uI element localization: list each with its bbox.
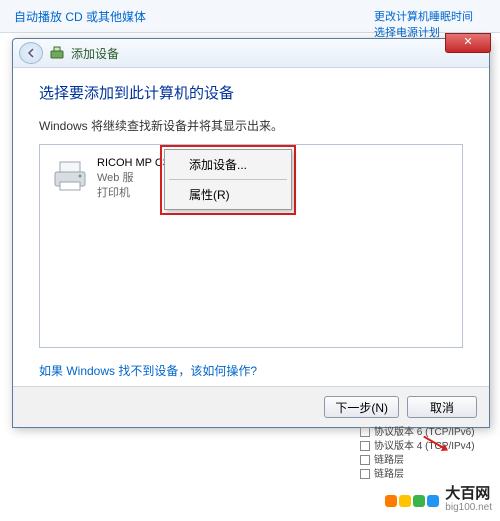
cancel-button[interactable]: 取消 <box>407 396 477 418</box>
net-item[interactable]: 协议版本 4 (TCP/IPv4) <box>360 440 475 454</box>
sleep-link[interactable]: 更改计算机睡眠时间 <box>374 11 473 23</box>
watermark-name: 大百网 <box>445 487 492 501</box>
net-item[interactable]: 协议版本 6 (TCP/IPv6) <box>360 426 475 440</box>
context-menu: 添加设备... 属性(R) <box>164 149 292 210</box>
watermark-url: big100.net <box>445 501 492 515</box>
net-item[interactable]: 链路层 <box>360 468 475 482</box>
watermark-logo <box>385 495 439 507</box>
dialog-subtext: Windows 将继续查找新设备并将其显示出来。 <box>39 117 463 134</box>
ctx-properties[interactable]: 属性(R) <box>167 182 289 207</box>
net-item[interactable]: 链路层 <box>360 454 475 468</box>
ctx-add-device[interactable]: 添加设备... <box>167 152 289 177</box>
watermark: 大百网 big100.net <box>385 487 492 515</box>
help-link[interactable]: 如果 Windows 找不到设备，该如何操作? <box>39 362 257 379</box>
dialog-title: 添加设备 <box>71 45 119 62</box>
printer-icon <box>49 154 91 196</box>
device-list[interactable]: RICOH MP C3503 Web 服 打印机 添加设备... 属性(R) <box>39 144 463 348</box>
close-button[interactable]: ✕ <box>445 33 491 53</box>
dialog-content: 选择要添加到此计算机的设备 Windows 将继续查找新设备并将其显示出来。 R… <box>13 68 489 389</box>
next-button[interactable]: 下一步(N) <box>324 396 399 418</box>
ctx-separator <box>169 179 287 180</box>
back-button[interactable] <box>19 42 43 64</box>
add-device-dialog: 添加设备 ✕ 选择要添加到此计算机的设备 Windows 将继续查找新设备并将其… <box>12 38 490 428</box>
dialog-button-bar: 下一步(N) 取消 <box>13 386 489 427</box>
network-items-panel: 协议版本 6 (TCP/IPv6) 协议版本 4 (TCP/IPv4) 链路层 … <box>360 426 475 482</box>
dialog-titlebar: 添加设备 ✕ <box>13 39 489 68</box>
dialog-heading: 选择要添加到此计算机的设备 <box>39 82 463 103</box>
autoplay-link[interactable]: 自动播放 CD 或其他媒体 <box>14 8 146 25</box>
device-icon <box>49 45 65 61</box>
